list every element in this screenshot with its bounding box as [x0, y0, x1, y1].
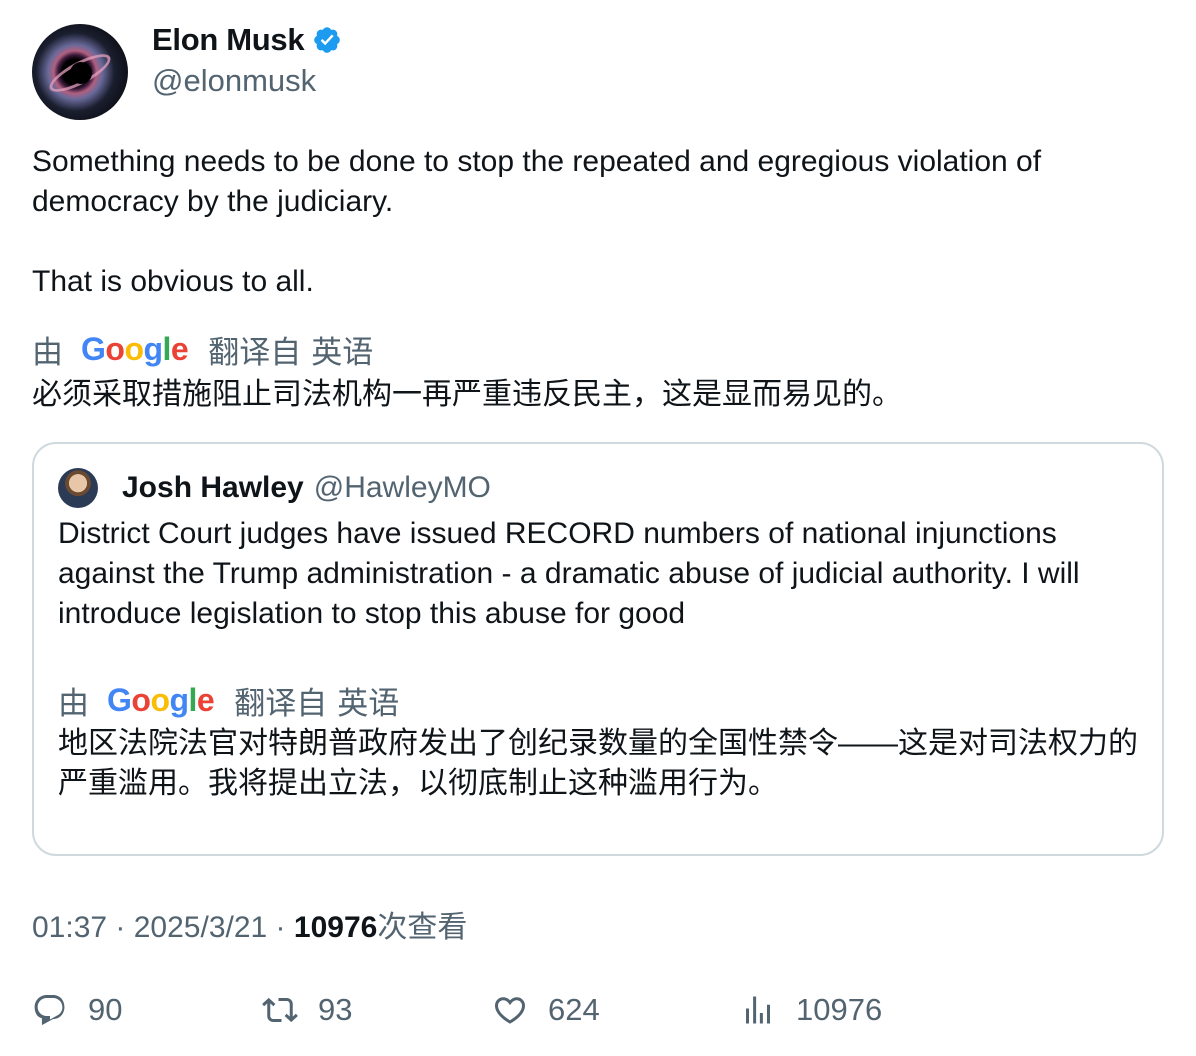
- meta-separator: ·: [267, 911, 294, 944]
- source-language: 英语: [311, 335, 374, 370]
- translated-from-label: 翻译自: [208, 335, 302, 370]
- quoted-tweet[interactable]: Josh Hawley @HawleyMO District Court jud…: [32, 442, 1164, 856]
- tweet-translation: 必须采取措施阻止司法机构一再严重违反民主，这是显而易见的。: [32, 378, 902, 411]
- quoted-google-translate-attribution[interactable]: 由 Google 翻译自 英语: [58, 678, 399, 723]
- translate-by-label: 由: [32, 335, 63, 370]
- reply-count: 90: [88, 992, 123, 1027]
- google-logo: Google: [81, 331, 189, 367]
- tweet-paragraph-2: That is obvious to all.: [32, 265, 314, 298]
- quoted-author-name[interactable]: Josh Hawley: [122, 471, 304, 505]
- source-language: 英语: [337, 686, 400, 721]
- views-label: 次查看: [377, 911, 468, 944]
- like-count: 624: [548, 992, 600, 1027]
- quoted-tweet-text: District Court judges have issued RECORD…: [58, 517, 1080, 630]
- meta-separator: ·: [107, 911, 134, 944]
- author-name-row: Elon Musk: [152, 22, 342, 58]
- like-button[interactable]: 624: [492, 988, 600, 1032]
- google-logo: Google: [107, 682, 215, 718]
- tweet-date[interactable]: 2025/3/21: [134, 911, 267, 945]
- retweet-count: 93: [318, 992, 353, 1027]
- heart-icon: [494, 997, 526, 1024]
- retweet-button[interactable]: 93: [262, 988, 352, 1032]
- reply-button[interactable]: 90: [32, 988, 122, 1032]
- tweet-time[interactable]: 01:37: [32, 911, 107, 945]
- bar-chart-icon: [746, 996, 770, 1024]
- quoted-tweet-header: Josh Hawley @HawleyMO: [58, 468, 491, 508]
- views-button[interactable]: 10976: [740, 988, 882, 1032]
- quoted-author-handle[interactable]: @HawleyMO: [314, 471, 491, 505]
- views-count: 10976: [293, 911, 378, 944]
- quoted-author-avatar[interactable]: [58, 468, 98, 508]
- google-translate-attribution[interactable]: 由 Google 翻译自 英语: [32, 327, 373, 372]
- avatar-core-art: [70, 62, 92, 84]
- action-bar: 90 93 624 10976: [32, 988, 1162, 1032]
- tweet-paragraph-1: Something needs to be done to stop the r…: [32, 145, 1042, 218]
- author-name[interactable]: Elon Musk: [152, 22, 305, 58]
- quoted-tweet-translation: 地区法院法官对特朗普政府发出了创纪录数量的全国性禁令——这是对司法权力的严重滥用…: [58, 727, 1138, 800]
- translate-by-label: 由: [58, 686, 89, 721]
- tweet-meta: 01:37 · 2025/3/21 · 10976 次查看: [32, 902, 467, 946]
- reply-icon: [34, 995, 65, 1026]
- tweet-text: Something needs to be done to stop the r…: [32, 142, 1162, 302]
- author-avatar[interactable]: [32, 24, 128, 120]
- retweet-icon: [262, 997, 298, 1023]
- views-action-count: 10976: [796, 992, 883, 1027]
- author-handle[interactable]: @elonmusk: [152, 63, 316, 99]
- translated-from-label: 翻译自: [234, 686, 328, 721]
- verified-badge-icon: [314, 27, 341, 53]
